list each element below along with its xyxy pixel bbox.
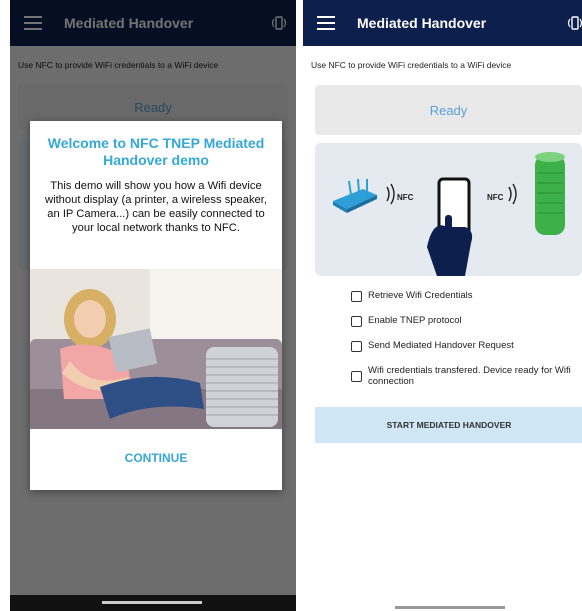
- continue-button[interactable]: CONTINUE: [30, 451, 282, 465]
- nfc-left-label: NFC: [397, 193, 414, 202]
- dialog-title: Welcome to NFC TNEP Mediated Handover de…: [47, 135, 265, 168]
- status-card: Ready: [315, 85, 582, 135]
- wifi-speaker-device-icon: [535, 152, 565, 235]
- checklist-label: Retrieve Wifi Credentials: [368, 290, 473, 301]
- illustration-card: NFC NFC: [315, 143, 582, 276]
- checklist-item[interactable]: Wifi credentials transfered. Device read…: [351, 365, 573, 387]
- checkbox[interactable]: [351, 291, 362, 302]
- app-subtitle: Use NFC to provide WiFi credentials to a…: [311, 60, 512, 70]
- nfc-waves-icon: [508, 183, 517, 205]
- welcome-dialog: Welcome to NFC TNEP Mediated Handover de…: [30, 121, 282, 490]
- home-indicator[interactable]: [395, 606, 505, 609]
- home-indicator[interactable]: [102, 601, 202, 604]
- checkbox[interactable]: [351, 371, 362, 382]
- checklist-label: Wifi credentials transfered. Device read…: [368, 365, 571, 387]
- nfc-waves-icon: [386, 183, 395, 205]
- checklist-item[interactable]: Retrieve Wifi Credentials: [351, 290, 573, 302]
- app-title: Mediated Handover: [357, 15, 487, 31]
- nav-bar: [303, 605, 582, 611]
- start-mediated-handover-button[interactable]: START MEDIATED HANDOVER: [315, 407, 582, 443]
- checklist-item[interactable]: Enable TNEP protocol: [351, 315, 573, 327]
- right-screen: Mediated Handover Use NFC to provide WiF…: [303, 0, 582, 611]
- status-text: Ready: [429, 102, 468, 118]
- checkbox[interactable]: [351, 341, 362, 352]
- nfc-right-label: NFC: [487, 193, 504, 202]
- checklist-item[interactable]: Send Mediated Handover Request: [351, 340, 573, 352]
- checkbox[interactable]: [351, 316, 362, 327]
- menu-icon[interactable]: [317, 12, 335, 34]
- checklist-label: Enable TNEP protocol: [368, 315, 462, 326]
- app-bar: Mediated Handover: [303, 0, 582, 46]
- checklist-label: Send Mediated Handover Request: [368, 340, 514, 351]
- nav-bar: [10, 595, 296, 611]
- woman-with-laptop-photo: [30, 269, 282, 429]
- progress-checklist: Retrieve Wifi Credentials Enable TNEP pr…: [351, 290, 573, 400]
- dialog-body: This demo will show you how a Wifi devic…: [45, 180, 267, 234]
- nfc-icon: [567, 16, 582, 30]
- router-icon: [333, 178, 377, 213]
- phone-in-hand-icon: [427, 177, 473, 276]
